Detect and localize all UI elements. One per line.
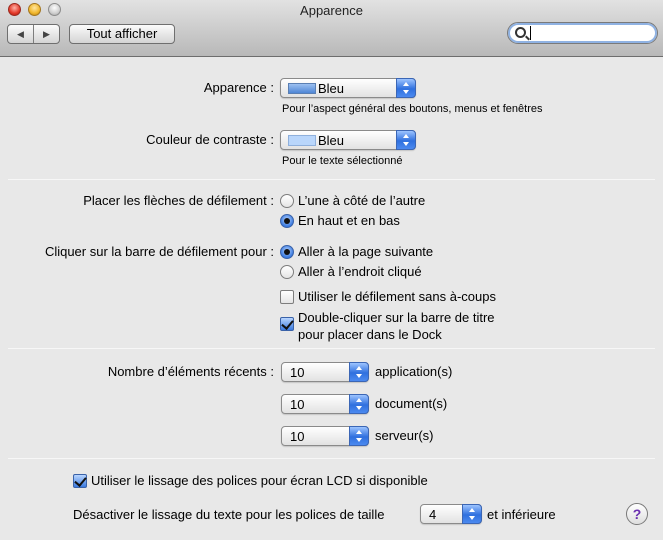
radio-side-by-side[interactable] <box>280 194 294 208</box>
search-icon <box>515 27 526 38</box>
appearance-popup[interactable]: Bleu <box>280 78 416 98</box>
separator <box>8 348 655 349</box>
help-button[interactable]: ? <box>626 503 648 525</box>
recent-applications-popup[interactable]: 10 <box>281 362 369 382</box>
double-click-minimize-checkbox[interactable] <box>280 317 294 331</box>
popup-arrows-icon <box>349 426 369 446</box>
smooth-scrolling-label: Utiliser le défilement sans à-coups <box>298 289 496 304</box>
blue-swatch-icon <box>288 83 316 94</box>
back-forward-control: ◀ ▶ <box>7 24 60 44</box>
radio-top-and-bottom[interactable] <box>280 214 294 228</box>
popup-arrows-icon <box>396 78 416 98</box>
font-smoothing-suffix: et inférieure <box>487 507 556 522</box>
appearance-help-text: Pour l’aspect général des boutons, menus… <box>282 103 543 115</box>
highlight-help-text: Pour le texte sélectionné <box>282 155 403 167</box>
smooth-scrolling-checkbox[interactable] <box>280 290 294 304</box>
recent-applications-value: 10 <box>290 365 305 380</box>
recent-servers-unit: serveur(s) <box>375 428 434 443</box>
lcd-smoothing-checkbox[interactable] <box>73 474 87 488</box>
highlight-color-label: Couleur de contraste : <box>146 132 274 147</box>
popup-arrows-icon <box>396 130 416 150</box>
scroll-arrows-label: Placer les flèches de défilement : <box>83 193 274 208</box>
window-titlebar: Apparence ◀ ▶ Tout afficher <box>0 0 663 57</box>
show-all-button[interactable]: Tout afficher <box>69 24 175 44</box>
recent-documents-value: 10 <box>290 397 305 412</box>
lcd-smoothing-label: Utiliser le lissage des polices pour écr… <box>91 473 428 488</box>
window-title: Apparence <box>300 3 363 18</box>
radio-clicked-spot[interactable] <box>280 265 294 279</box>
recent-items-label: Nombre d’éléments récents : <box>107 364 274 379</box>
highlight-color-popup[interactable]: Bleu <box>280 130 416 150</box>
font-smoothing-label: Désactiver le lissage du texte pour les … <box>73 507 385 522</box>
back-arrow-icon[interactable]: ◀ <box>8 25 33 43</box>
forward-arrow-icon[interactable]: ▶ <box>33 25 59 43</box>
radio-side-by-side-label: L’une à côté de l’autre <box>298 193 426 208</box>
recent-applications-unit: application(s) <box>375 364 453 379</box>
light-blue-swatch-icon <box>288 135 316 146</box>
radio-next-page[interactable] <box>280 245 294 259</box>
scroll-click-label: Cliquer sur la barre de défilement pour … <box>44 244 274 259</box>
separator <box>8 179 655 180</box>
highlight-color-value: Bleu <box>318 133 345 148</box>
recent-servers-popup[interactable]: 10 <box>281 426 369 446</box>
radio-next-page-label: Aller à la page suivante <box>298 244 434 259</box>
double-click-label-line1: Double-cliquer sur la barre de titre <box>298 310 495 325</box>
appearance-label: Apparence : <box>203 80 274 95</box>
search-field[interactable] <box>507 22 658 44</box>
recent-servers-value: 10 <box>290 429 305 444</box>
font-smoothing-size-popup[interactable]: 4 <box>420 504 482 524</box>
separator <box>8 458 655 459</box>
recent-documents-unit: document(s) <box>375 396 448 411</box>
double-click-label-line2: pour placer dans le Dock <box>298 327 442 342</box>
popup-arrows-icon <box>462 504 482 524</box>
popup-arrows-icon <box>349 394 369 414</box>
radio-clicked-spot-label: Aller à l’endroit cliqué <box>298 264 422 279</box>
font-smoothing-size-value: 4 <box>429 507 437 522</box>
appearance-value: Bleu <box>318 81 345 96</box>
popup-arrows-icon <box>349 362 369 382</box>
recent-documents-popup[interactable]: 10 <box>281 394 369 414</box>
search-input[interactable] <box>530 26 650 40</box>
radio-top-and-bottom-label: En haut et en bas <box>298 213 400 228</box>
